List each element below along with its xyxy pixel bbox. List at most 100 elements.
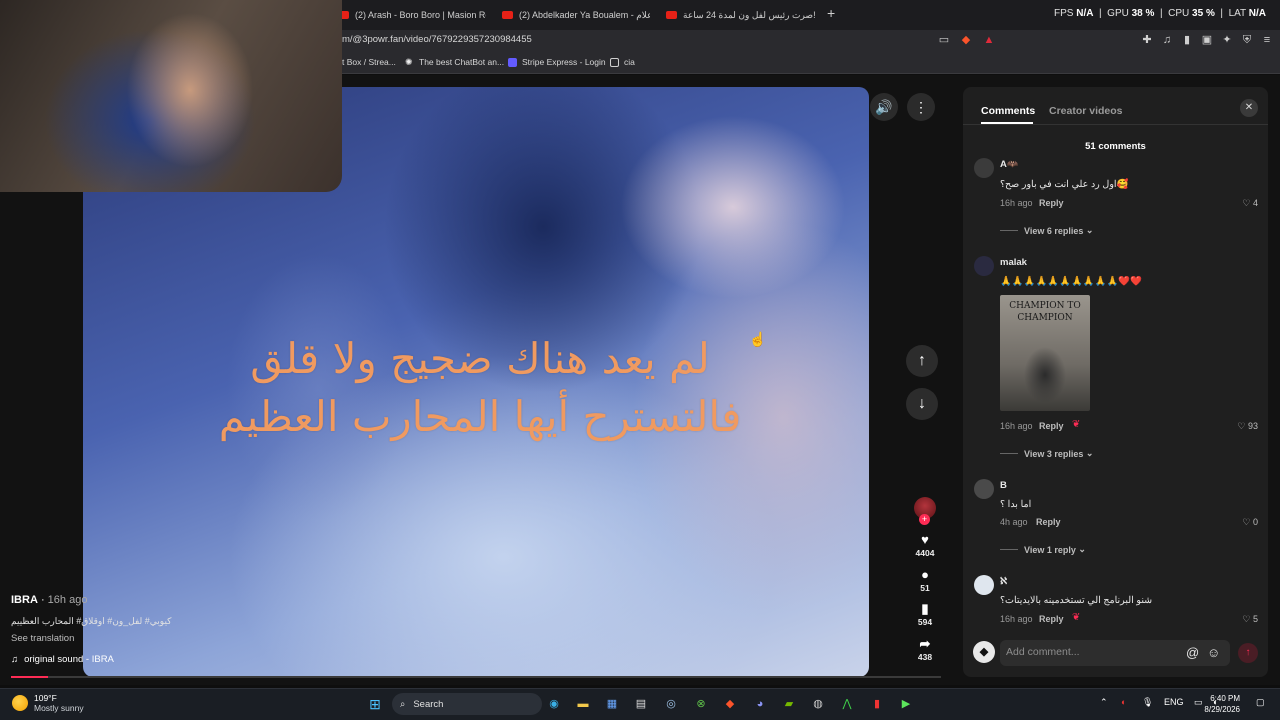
view-replies-button[interactable]: View 1 reply ⌄	[1000, 544, 1086, 555]
my-avatar[interactable]: ◆	[973, 641, 995, 663]
chatbot-icon: ✺	[405, 56, 413, 67]
comment-like-button[interactable]: ♡ 93	[1222, 421, 1258, 432]
emoji-icon[interactable]: ☺	[1207, 645, 1220, 660]
chevron-up-icon[interactable]: ⌃	[1100, 697, 1108, 708]
vpn-icon[interactable]: ⛨	[1241, 34, 1253, 46]
discord-icon[interactable]: ◕	[751, 695, 769, 713]
next-video-button[interactable]: ↓	[906, 388, 938, 420]
like-button[interactable]: ♥ 4404	[905, 532, 945, 558]
save-button[interactable]: ▮ 594	[905, 601, 945, 627]
new-tab-button[interactable]: +	[827, 5, 841, 23]
see-translation-link[interactable]: See translation	[11, 633, 74, 644]
nvidia-icon[interactable]: ▰	[780, 695, 798, 713]
bookmark[interactable]: Stripe Express - Login	[508, 57, 606, 67]
comment-like-button[interactable]: ♡ 0	[1222, 517, 1258, 528]
more-options-button[interactable]: ⋮	[907, 93, 935, 121]
comment-text: اول رد علي انت في باور صح؟🥰	[1000, 179, 1129, 190]
weather-widget[interactable]: 109°F Mostly sunny	[12, 693, 84, 713]
music-icon[interactable]: ♫	[1161, 34, 1173, 46]
url-field[interactable]: m/@3powr.fan/video/7679229357230984455	[342, 34, 532, 45]
comment-time: 4h ago	[1000, 517, 1028, 527]
xbox-icon[interactable]: ⊗	[692, 695, 710, 713]
taskbar-search[interactable]: ⌕ Search	[392, 693, 542, 715]
browser-tab[interactable]: صرت رئيس لفل ون لمدة 24 ساعة! - be	[666, 5, 816, 25]
video-caption: لم يعد هناك ضجيج ولا قلق فالتسترح أيها ا…	[218, 334, 742, 441]
divider	[963, 124, 1268, 125]
play-icon[interactable]: ▶	[897, 695, 915, 713]
like-count: 4404	[915, 548, 935, 558]
wallet-icon[interactable]: ▣	[1201, 34, 1213, 46]
brave-rewards-icon[interactable]: ▲	[983, 34, 995, 46]
bookmark-label: Stripe Express - Login	[522, 57, 606, 67]
microphone-icon[interactable]: 🎙	[1142, 697, 1153, 708]
share-count: 438	[917, 652, 933, 662]
comment-author[interactable]: A🦇	[1000, 159, 1019, 170]
comment-count-header: 51 comments	[1085, 141, 1146, 152]
reply-button[interactable]: Reply	[1039, 421, 1064, 431]
cast-icon[interactable]: ▭	[938, 34, 950, 46]
windows-start-icon[interactable]: ⊞	[366, 695, 384, 713]
view-replies-button[interactable]: View 6 replies ⌄	[1000, 225, 1093, 236]
view-replies-button[interactable]: View 3 replies ⌄	[1000, 448, 1093, 459]
comment-time: 16h ago	[1000, 614, 1033, 624]
tab-creator-videos[interactable]: Creator videos	[1049, 105, 1123, 117]
bookmark[interactable]: t Box / Strea...	[342, 57, 396, 67]
ai-icon[interactable]: ✦	[1221, 34, 1233, 46]
previous-video-button[interactable]: ↑	[906, 345, 938, 377]
bookmark[interactable]: cia	[610, 57, 635, 67]
comment-author[interactable]: malak	[1000, 257, 1027, 268]
network-icon[interactable]: ▭	[1194, 697, 1203, 708]
brave-shield-icon[interactable]: ◆	[960, 34, 972, 46]
close-panel-button[interactable]: ✕	[1240, 99, 1258, 117]
avatar[interactable]	[974, 158, 994, 178]
chevron-down-icon: ⌄	[1085, 448, 1094, 458]
app-icon[interactable]: ▮	[868, 695, 886, 713]
extensions-icon[interactable]: ✚	[1141, 34, 1153, 46]
comment-icon: ●	[921, 567, 929, 582]
obs-icon[interactable]: ◍	[809, 695, 827, 713]
bookmark[interactable]: ✺ The best ChatBot an...	[405, 57, 504, 67]
language-indicator[interactable]: ENG	[1164, 697, 1184, 707]
comment-like-button[interactable]: ♡ 4	[1222, 198, 1258, 209]
tab-comments[interactable]: Comments	[981, 105, 1035, 117]
sidebar-icon[interactable]: ▮	[1181, 34, 1193, 46]
taskbar-clock[interactable]: 6:40 PM 8/29/2026	[1204, 693, 1240, 715]
share-button[interactable]: ➦ 438	[905, 636, 945, 662]
comment-author[interactable]: ℵ	[1000, 576, 1007, 587]
chevron-down-icon: ⌄	[1085, 225, 1094, 235]
app-icon[interactable]: ⋀	[838, 695, 856, 713]
comment-text: اما بدا ؟	[1000, 499, 1032, 510]
reply-button[interactable]: Reply	[1039, 198, 1064, 208]
reply-button[interactable]: Reply	[1039, 614, 1064, 624]
notification-icon[interactable]: ▢	[1256, 697, 1265, 708]
send-comment-button[interactable]: ↑	[1238, 643, 1258, 663]
edge-icon[interactable]: ◉	[545, 695, 563, 713]
comment-count: 51	[920, 583, 930, 593]
mention-icon[interactable]: @	[1186, 645, 1199, 660]
steam-icon[interactable]: ◎	[662, 695, 680, 713]
video-progress-bar[interactable]	[11, 676, 941, 678]
video-author[interactable]: IBRA · 16h ago	[11, 594, 87, 606]
volume-button[interactable]: 🔊	[870, 93, 898, 121]
comment-like-button[interactable]: ♡ 5	[1222, 614, 1258, 625]
avatar[interactable]	[974, 256, 994, 276]
sound-link[interactable]: ♫ original sound - IBRA	[11, 654, 114, 665]
bookmark-label: cia	[624, 57, 635, 67]
epic-games-icon[interactable]: ▤	[632, 695, 650, 713]
comment-author[interactable]: B	[1000, 480, 1007, 491]
brave-icon[interactable]: ◆	[721, 695, 739, 713]
follow-button[interactable]: +	[919, 514, 930, 525]
file-explorer-icon[interactable]: ▬	[574, 695, 592, 713]
avatar[interactable]	[974, 479, 994, 499]
store-icon[interactable]: ▦	[603, 695, 621, 713]
comment-button[interactable]: ● 51	[905, 567, 945, 593]
browser-tab[interactable]: (2) Abdelkader Ya Boualem - بوعلام	[502, 5, 650, 25]
menu-icon[interactable]: ≡	[1261, 34, 1273, 46]
reply-button[interactable]: Reply	[1036, 517, 1061, 527]
browser-tab[interactable]: (2) Arash - Boro Boro | Masion Remi	[338, 5, 486, 25]
avatar[interactable]	[974, 575, 994, 595]
tray-app-icon[interactable]: ◐	[1121, 697, 1126, 707]
bookmark-label: The best ChatBot an...	[419, 57, 505, 67]
chevron-down-icon: ⌄	[1078, 544, 1086, 554]
youtube-icon	[502, 11, 513, 19]
